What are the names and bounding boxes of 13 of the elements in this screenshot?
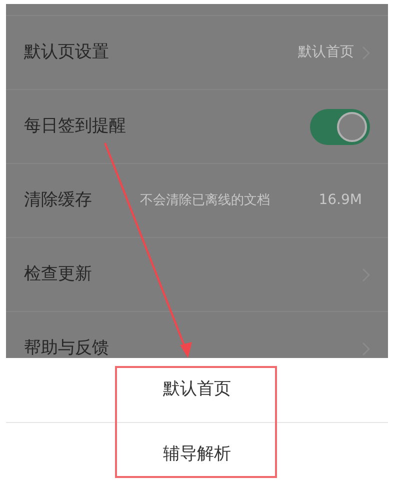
setting-label: 帮助与反馈 [24,336,110,358]
setting-value: 默认首页 [298,43,354,62]
toggle-switch[interactable] [310,108,370,144]
settings-row[interactable]: 默认页设置 默认首页 [6,16,388,90]
settings-row[interactable]: 每日签到提醒 [6,90,388,164]
setting-label: 每日签到提醒 [24,114,127,138]
cache-note: 不会清除已离线的文档 [140,192,271,210]
settings-row[interactable]: 检查更新 [6,238,388,312]
settings-row[interactable]: 清除缓存 不会清除已离线的文档 16.9M [6,164,388,238]
setting-label: 默认页设置 [24,40,110,64]
cache-size: 16.9M [318,191,362,210]
setting-label: 检查更新 [24,262,93,286]
setting-label: 清除缓存 [24,188,92,212]
